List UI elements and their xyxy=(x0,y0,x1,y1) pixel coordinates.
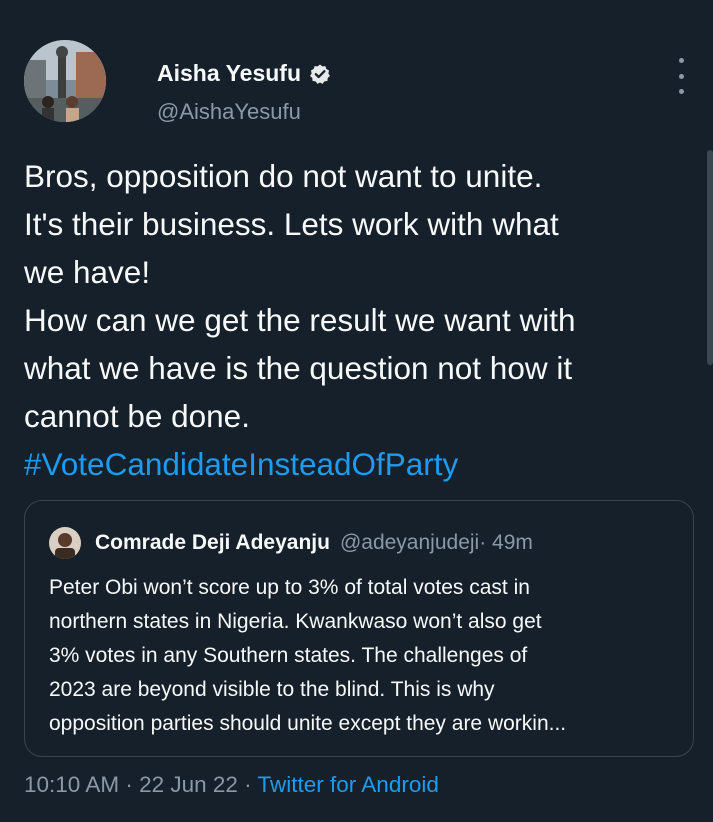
author-display-name[interactable]: Aisha Yesufu xyxy=(157,60,301,87)
quoted-line: Peter Obi won’t score up to 3% of total … xyxy=(49,576,530,599)
quoted-tweet-text: Peter Obi won’t score up to 3% of total … xyxy=(49,571,689,741)
quoted-author-name: Comrade Deji Adeyanju xyxy=(95,531,330,554)
author-avatar[interactable] xyxy=(24,40,106,122)
tweet-line: what we have is the question not how it xyxy=(24,350,573,386)
tweet-text: Bros, opposition do not want to unite. I… xyxy=(24,152,694,488)
scrollbar[interactable] xyxy=(707,150,713,365)
quoted-tweet[interactable]: Comrade Deji Adeyanju @adeyanjudeji · 49… xyxy=(24,500,694,757)
tweet-line: we have! xyxy=(24,254,151,290)
quoted-author-avatar xyxy=(49,527,81,559)
quoted-tweet-time: · 49m xyxy=(479,531,533,554)
tweet-line: Bros, opposition do not want to unite. xyxy=(24,158,543,194)
quoted-line: opposition parties should unite except t… xyxy=(49,712,567,735)
tweet-line: It's their business. Lets work with what xyxy=(24,206,559,242)
top-bar xyxy=(0,0,713,16)
quoted-line: northern states in Nigeria. Kwankwaso wo… xyxy=(49,610,542,633)
author-handle[interactable]: @AishaYesufu xyxy=(157,99,331,125)
tweet-header: Aisha Yesufu @AishaYesufu xyxy=(24,40,691,125)
hashtag-link[interactable]: #VoteCandidateInsteadOfParty xyxy=(24,440,694,488)
quoted-line: 2023 are beyond visible to the blind. Th… xyxy=(49,678,495,701)
tweet-source-link[interactable]: Twitter for Android xyxy=(258,772,439,797)
meta-separator: · xyxy=(119,772,140,797)
more-options-icon[interactable] xyxy=(671,58,691,94)
name-row: Aisha Yesufu xyxy=(157,60,331,87)
tweet-meta: 10:10 AM · 22 Jun 22 · Twitter for Andro… xyxy=(24,772,439,798)
meta-separator: · xyxy=(237,772,258,797)
verified-badge-icon xyxy=(309,63,331,85)
quoted-tweet-header: Comrade Deji Adeyanju @adeyanjudeji · 49… xyxy=(49,527,533,559)
tweet-line: cannot be done. xyxy=(24,398,250,434)
tweet-date: 22 Jun 22 xyxy=(139,772,238,797)
tweet-time: 10:10 AM xyxy=(24,772,120,797)
tweet-line: How can we get the result we want with xyxy=(24,302,576,338)
quoted-author-handle: @adeyanjudeji xyxy=(339,531,480,554)
author-names: Aisha Yesufu @AishaYesufu xyxy=(157,60,331,125)
quoted-line: 3% votes in any Southern states. The cha… xyxy=(49,644,528,667)
